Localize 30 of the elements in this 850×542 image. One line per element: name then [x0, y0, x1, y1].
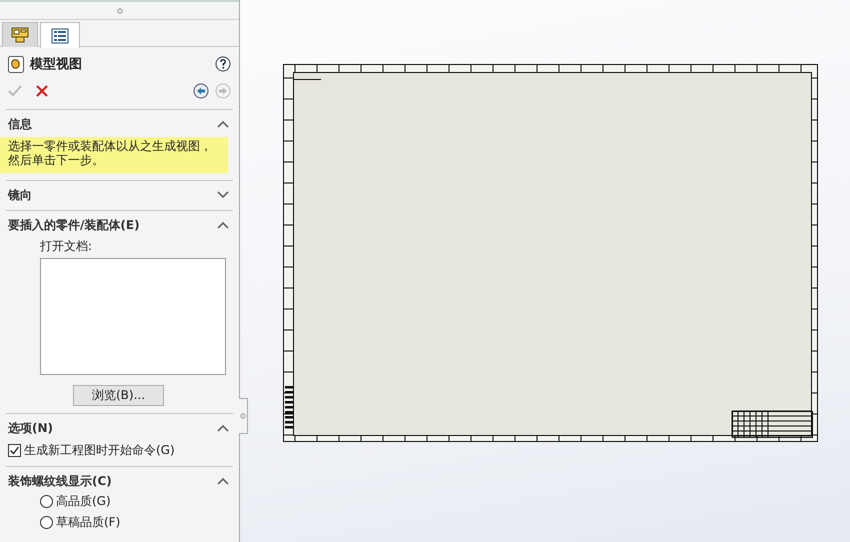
- panel-tab[interactable]: [2, 22, 38, 47]
- property-list-icon: [51, 28, 69, 44]
- browse-button[interactable]: 浏览(B)...: [73, 385, 164, 406]
- section-title[interactable]: 选项(N): [8, 420, 54, 436]
- collapse-chevron-icon[interactable]: [217, 221, 229, 229]
- open-documents-list[interactable]: [40, 258, 226, 375]
- drag-handle-icon[interactable]: [116, 8, 122, 14]
- radio-label: 高品质(G): [56, 493, 111, 510]
- tree-panel-icon: [11, 27, 29, 43]
- model-view-icon: [8, 56, 24, 72]
- radio-button[interactable]: [40, 516, 53, 529]
- section-title[interactable]: 要插入的零件/装配体(E): [8, 216, 140, 234]
- checkbox[interactable]: [8, 444, 21, 457]
- collapse-chevron-icon[interactable]: [217, 120, 229, 128]
- open-documents-label: 打开文档:: [40, 238, 94, 253]
- info-message: 选择一零件或装配体以从之生成视图，然后单击下一步。: [0, 137, 228, 173]
- section-title[interactable]: 镜向: [8, 186, 32, 204]
- panel-title: 模型视图: [30, 56, 83, 73]
- section-title[interactable]: 装饰螺纹线显示(C): [8, 472, 112, 490]
- panel-tab[interactable]: [40, 22, 80, 48]
- cancel-x-icon[interactable]: [36, 85, 48, 97]
- checkbox-label: 生成新工程图时开始命令(G): [24, 442, 175, 459]
- radio-button[interactable]: [40, 495, 53, 508]
- collapse-chevron-icon[interactable]: [217, 424, 229, 432]
- radio-label: 草稿品质(F): [56, 514, 120, 531]
- panel-splitter-handle[interactable]: [239, 398, 248, 434]
- section-title[interactable]: 信息: [8, 116, 32, 132]
- expand-chevron-icon[interactable]: [217, 191, 229, 199]
- help-icon[interactable]: [215, 56, 231, 72]
- collapse-chevron-icon[interactable]: [217, 477, 229, 485]
